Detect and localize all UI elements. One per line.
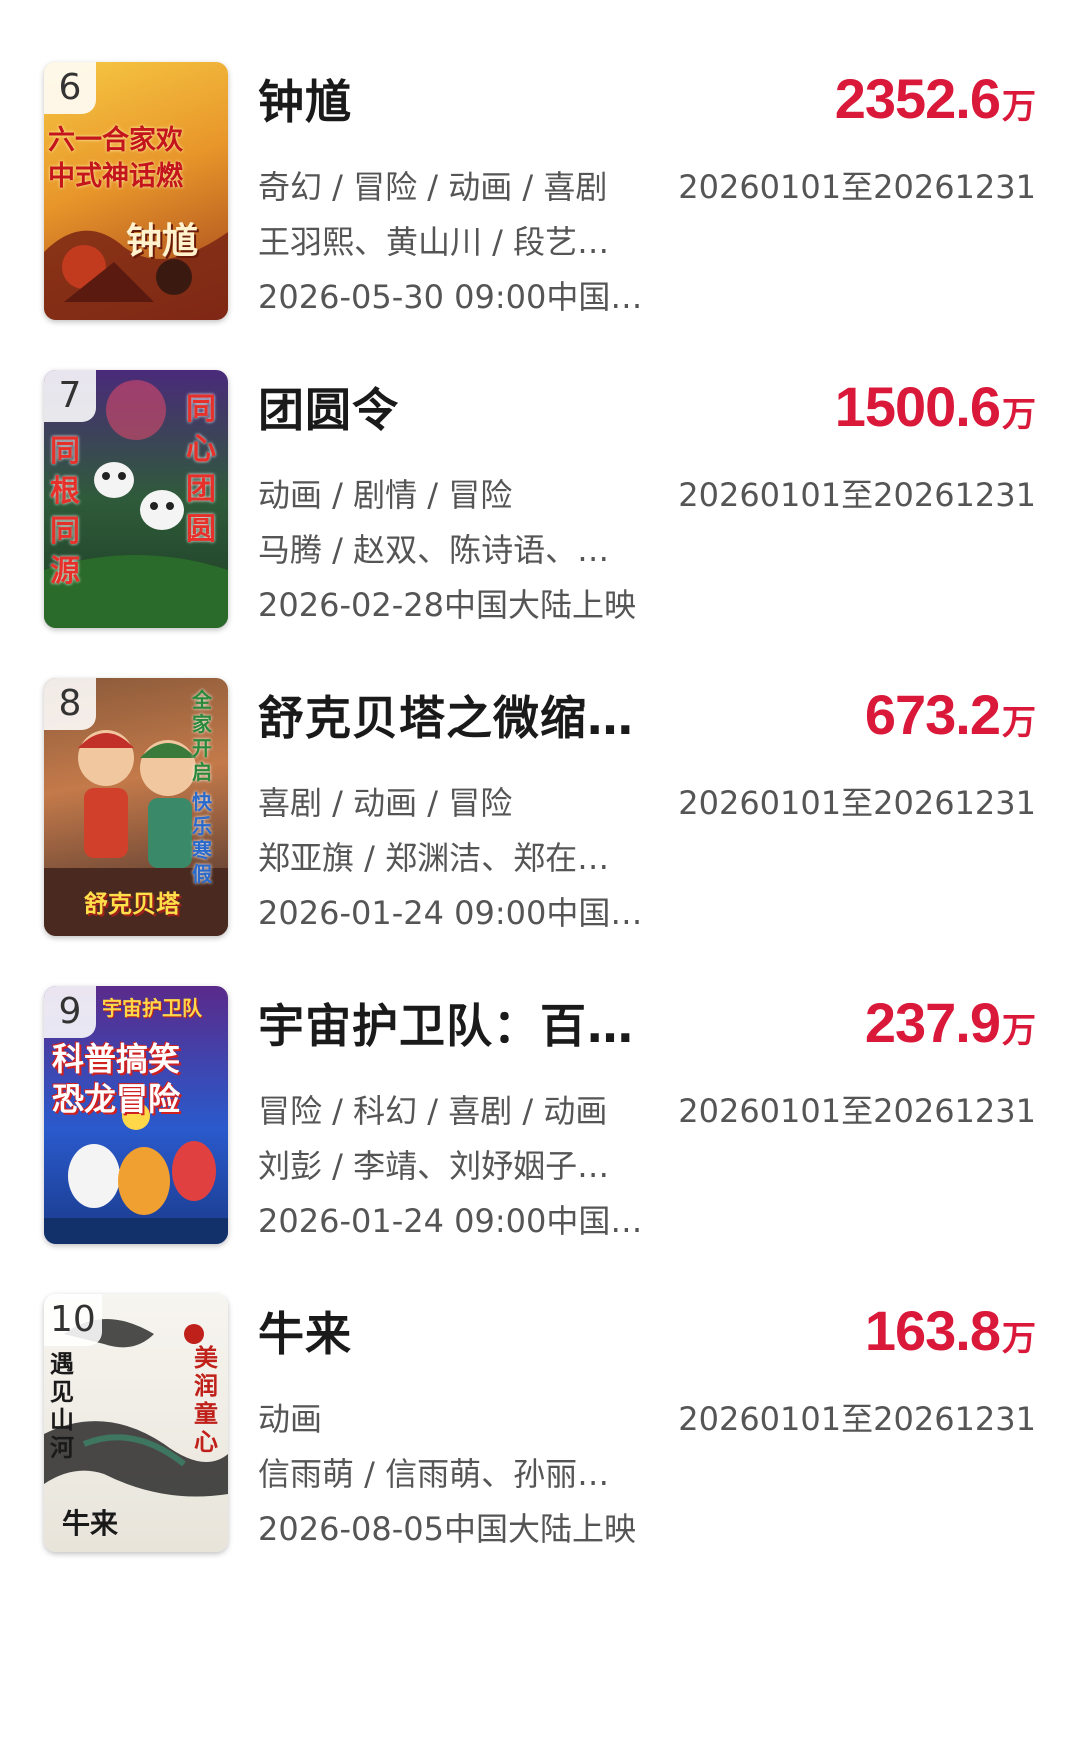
release-date: 2026-05-30 09:00中国… <box>258 278 643 316</box>
movie-people: 信雨萌 / 信雨萌、孙丽… <box>258 1455 610 1493</box>
box-office-unit: 万 <box>1002 88 1036 126</box>
box-office: 237.9万 <box>865 990 1036 1055</box>
box-office: 1500.6万 <box>835 374 1036 439</box>
box-office-unit: 万 <box>1002 396 1036 434</box>
poster-title: 牛来 <box>62 1507 119 1540</box>
rank-badge: 7 <box>44 370 96 422</box>
box-office-value: 1500.6 <box>834 375 1001 438</box>
movie-genres: 冒险 / 科幻 / 喜剧 / 动画 <box>258 1092 608 1130</box>
box-office: 2352.6万 <box>835 66 1036 131</box>
rank-badge: 9 <box>44 986 96 1038</box>
poster-slogan: 同根同源 <box>50 434 80 589</box>
release-date: 2026-01-24 09:00中国… <box>258 894 643 932</box>
movie-title[interactable]: 团圆令 <box>258 374 399 440</box>
poster-slogan: 快乐寒假 <box>192 790 212 886</box>
box-office-list: 6 六一合家欢 中式神话燃 钟馗 钟馗 2352.6万 奇幻 / 冒险 / 动画… <box>0 0 1080 1746</box>
movie-people: 马腾 / 赵双、陈诗语、… <box>258 531 610 569</box>
poster-series: 宇宙护卫队 <box>102 996 202 1020</box>
poster-slogan: 全家开启 <box>192 688 212 784</box>
stat-period: 20260101至20261231 <box>678 476 1036 514</box>
release-date: 2026-01-24 09:00中国… <box>258 1202 643 1240</box>
poster-slogan: 恐龙冒险 <box>52 1080 181 1118</box>
stat-period: 20260101至20261231 <box>678 168 1036 206</box>
rank-badge: 6 <box>44 62 96 114</box>
movie-item-tuanyuanling[interactable]: 7 同根同源 同心团圆 团圆令 1500.6万 动画 / 剧情 / 冒险 202… <box>0 370 1080 670</box>
rank-badge: 8 <box>44 678 96 730</box>
stat-period: 20260101至20261231 <box>678 784 1036 822</box>
stat-period: 20260101至20261231 <box>678 1400 1036 1438</box>
box-office: 163.8万 <box>865 1298 1036 1363</box>
poster-title: 舒克贝塔 <box>84 890 180 918</box>
movie-item-niulai[interactable]: 10 遇见山河 美润童心 牛来 牛来 163.8万 动画 20260101至20… <box>0 1294 1080 1594</box>
stat-period: 20260101至20261231 <box>678 1092 1036 1130</box>
movie-genres: 喜剧 / 动画 / 冒险 <box>258 784 513 822</box>
movie-people: 王羽熙、黄山川 / 段艺… <box>258 223 610 261</box>
movie-genres: 动画 / 剧情 / 冒险 <box>258 476 513 514</box>
box-office-unit: 万 <box>1002 1320 1036 1358</box>
movie-genres: 动画 <box>258 1400 323 1438</box>
box-office-unit: 万 <box>1002 704 1036 742</box>
movie-people: 郑亚旗 / 郑渊洁、郑在… <box>258 839 610 877</box>
movie-item-shuke-beita[interactable]: 8 全家开启 快乐寒假 舒克贝塔 舒克贝塔之微缩… 673.2万 喜剧 / 动画… <box>0 678 1080 978</box>
movie-item-yuzhou-huweidui[interactable]: 9 宇宙护卫队 科普搞笑 恐龙冒险 宇宙护卫队：百… 237.9万 冒险 / 科… <box>0 986 1080 1286</box>
poster-slogan: 六一合家欢 <box>48 125 183 156</box>
box-office-value: 237.9 <box>864 991 1001 1054</box>
box-office-value: 163.8 <box>864 1299 1001 1362</box>
poster-title: 钟馗 <box>126 221 199 262</box>
poster-slogan: 遇见山河 <box>50 1350 74 1462</box>
poster-slogan: 中式神话燃 <box>48 161 183 192</box>
movie-people: 刘彭 / 李靖、刘妤姻子… <box>258 1147 610 1185</box>
box-office-value: 2352.6 <box>834 67 1001 130</box>
movie-poster[interactable]: 6 六一合家欢 中式神话燃 钟馗 <box>44 62 228 320</box>
movie-poster[interactable]: 7 同根同源 同心团圆 <box>44 370 228 628</box>
release-date: 2026-02-28中国大陆上映 <box>258 586 636 624</box>
movie-title[interactable]: 舒克贝塔之微缩… <box>258 682 634 748</box>
box-office-value: 673.2 <box>864 683 1001 746</box>
movie-title[interactable]: 钟馗 <box>258 66 352 132</box>
movie-genres: 奇幻 / 冒险 / 动画 / 喜剧 <box>258 168 608 206</box>
poster-slogan: 同心团圆 <box>186 392 216 547</box>
movie-poster[interactable]: 9 宇宙护卫队 科普搞笑 恐龙冒险 <box>44 986 228 1244</box>
box-office-unit: 万 <box>1002 1012 1036 1050</box>
movie-title[interactable]: 宇宙护卫队：百… <box>258 990 634 1056</box>
movie-item-zhongkui[interactable]: 6 六一合家欢 中式神话燃 钟馗 钟馗 2352.6万 奇幻 / 冒险 / 动画… <box>0 62 1080 362</box>
poster-slogan: 美润童心 <box>194 1344 218 1456</box>
movie-poster[interactable]: 8 全家开启 快乐寒假 舒克贝塔 <box>44 678 228 936</box>
movie-title[interactable]: 牛来 <box>258 1298 352 1364</box>
box-office: 673.2万 <box>865 682 1036 747</box>
release-date: 2026-08-05中国大陆上映 <box>258 1510 636 1548</box>
movie-poster[interactable]: 10 遇见山河 美润童心 牛来 <box>44 1294 228 1552</box>
rank-badge: 10 <box>44 1294 102 1346</box>
